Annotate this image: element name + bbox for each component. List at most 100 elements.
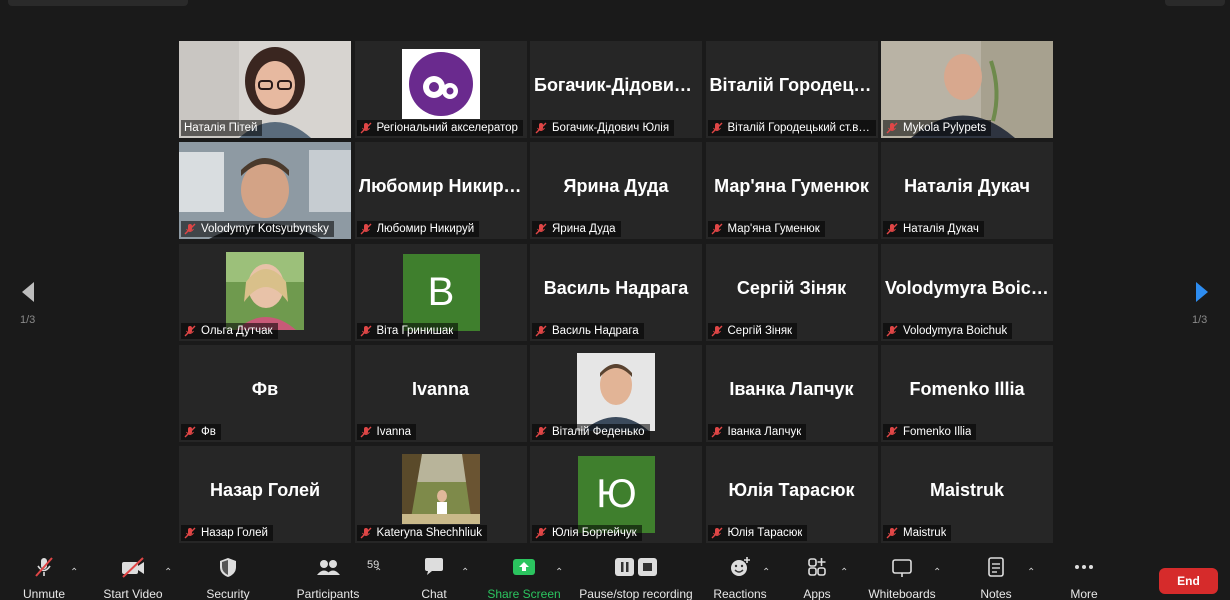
reactions-button[interactable]: Reactions [712,555,768,600]
start-video-button[interactable]: Start Video [100,555,166,600]
muted-mic-icon [711,325,722,336]
muted-mic-icon [535,325,547,336]
share-screen-icon [513,559,535,575]
participant-display-name: Фв [251,378,279,399]
muted-mic-icon [711,527,722,539]
participant-display-name: Іванка Лапчук [729,378,854,399]
apps-button[interactable]: Apps [796,555,838,600]
participant-name-label: Наталія Пітей [181,120,263,136]
whiteboards-options-caret[interactable]: ⌃ [933,567,941,578]
prev-page-arrow[interactable] [14,276,44,308]
unmute-button[interactable]: Unmute [18,555,70,600]
participants-options-caret[interactable]: ⌃ [374,567,382,578]
muted-mic-icon [886,527,898,539]
participant-name-label: Volodymyr Kotsyubynsky [181,221,334,238]
participant-tile[interactable]: Ю Юлія Бортейчук [530,446,702,543]
participant-display-name: Любомир Никируй [358,176,523,197]
participant-logo [401,49,480,119]
whiteboards-label: Whiteboards [868,587,936,600]
participant-tile[interactable]: Maistruk Maistruk [881,446,1053,543]
participant-tile[interactable]: Фв Фв [179,344,351,442]
page-indicator-left: 1/3 [20,314,36,326]
more-button[interactable]: More [1062,555,1106,600]
participant-tile[interactable]: Василь Надрага Василь Надрага [530,243,702,341]
participant-display-name: Fomenko Illia [909,378,1025,399]
notes-options-caret[interactable]: ⌃ [1027,567,1035,578]
security-button[interactable]: Security [202,555,254,600]
muted-mic-icon [360,122,371,134]
participant-tile[interactable]: Volodymyra Boichuk Volodymyra Boichuk [881,243,1053,341]
chat-options-caret[interactable]: ⌃ [461,567,469,578]
notes-button[interactable]: Notes [972,555,1020,600]
participant-tile[interactable]: Наталія Пітей [179,41,351,138]
reactions-label: Reactions [713,587,767,600]
more-dots-icon [1075,565,1093,569]
participant-name-label: Mykola Pylypets [883,120,992,136]
participant-tile[interactable]: Mykola Pylypets [881,41,1053,138]
participants-button[interactable]: 59 Participants [292,555,380,600]
participant-name-label: Віта Гринишак [356,322,459,339]
participant-display-name: Volodymyra Boichuk [885,277,1049,298]
next-page-arrow[interactable] [1188,276,1218,308]
participants-icon [317,560,340,575]
chat-button[interactable]: Chat [408,555,460,600]
participant-tile[interactable]: Volodymyr Kotsyubynsky [179,142,351,240]
participant-tile[interactable]: Любомир Никируй Любомир Никируй [354,142,527,240]
participant-display-name: Мар'яна Гуменюк [714,176,869,197]
participant-name-label: Любомир Никируй [356,221,480,238]
participant-tile[interactable]: Віталій Феденько [530,344,702,442]
participant-tile[interactable]: Мар'яна Гуменюк Мар'яна Гуменюк [705,142,878,240]
audio-options-caret[interactable]: ⌃ [70,567,78,578]
whiteboard-icon [892,559,912,577]
participant-name-label: Іванка Лапчук [707,423,807,440]
participant-display-name: Назар Голей [209,480,321,500]
muted-mic-icon [184,325,196,336]
share-options-caret[interactable]: ⌃ [555,567,563,578]
participant-tile[interactable]: Fomenko Illia Fomenko Illia [881,344,1053,442]
video-off-icon [122,557,144,578]
meeting-info-pill[interactable] [8,0,188,6]
reactions-options-caret[interactable]: ⌃ [762,567,770,578]
participant-tile[interactable]: B Віта Гринишак [354,243,527,341]
participant-tile[interactable]: Іванка Лапчук Іванка Лапчук [705,344,878,442]
muted-mic-icon [360,426,371,438]
end-meeting-button[interactable]: End [1159,568,1218,594]
whiteboards-button[interactable]: Whiteboards [866,555,938,600]
participant-tile[interactable]: Ivanna Ivanna [354,344,527,442]
pause-stop-recording-label: Pause/stop recording [579,587,693,600]
participant-tile[interactable]: Юлія Тарасюк Юлія Тарасюк [705,446,878,543]
participant-name-label: Volodymyra Boichuk [883,322,1013,339]
participant-name-label: Maistruk [883,525,952,541]
participant-name-label: Fomenko Illia [883,423,977,440]
participant-tile[interactable]: Богачик-Дідович Юлія Богачик-Дідович Юлі… [530,41,702,138]
participant-tile[interactable]: Назар Голей Назар Голей [179,446,351,543]
participant-name-label: Василь Надрага [532,322,644,339]
participant-name-label: Богачик-Дідович Юлія [532,120,675,136]
pause-stop-recording-button[interactable]: Pause/stop recording [576,555,696,600]
muted-mic-icon [360,325,371,336]
participant-display-name: Віталій Городецький [709,75,874,95]
video-options-caret[interactable]: ⌃ [164,567,172,578]
participant-tile[interactable]: Ярина Дуда Ярина Дуда [530,142,702,240]
view-pill[interactable] [1165,0,1225,6]
participant-name-label: Назар Голей [181,525,273,541]
participant-name-label: Віталій Феденько [532,423,650,440]
muted-mic-icon [184,223,196,235]
participant-name-label: Фв [181,423,221,440]
recording-controls-icon [615,558,657,576]
participant-tile[interactable]: Віталій Городецький Віталій Городецький … [705,41,878,138]
muted-mic-icon [535,426,547,438]
participant-tile[interactable]: Ольга Дутчак [179,243,351,341]
apps-options-caret[interactable]: ⌃ [840,567,848,578]
participant-display-name: Сергій Зіняк [736,277,847,298]
participant-tile[interactable]: Регіональний акселератор [354,41,527,138]
participant-tile[interactable]: Сергій Зіняк Сергій Зіняк [705,243,878,341]
participant-avatar: Ю [578,456,655,533]
share-screen-button[interactable]: Share Screen [487,555,561,600]
participant-avatar: B [402,253,480,331]
muted-mic-icon [184,527,196,539]
participant-tile[interactable]: Kateryna Shechhliuk [354,446,527,543]
apps-label: Apps [803,587,831,600]
more-label: More [1070,587,1098,600]
participant-tile[interactable]: Наталія Дукач Наталія Дукач [881,142,1053,240]
